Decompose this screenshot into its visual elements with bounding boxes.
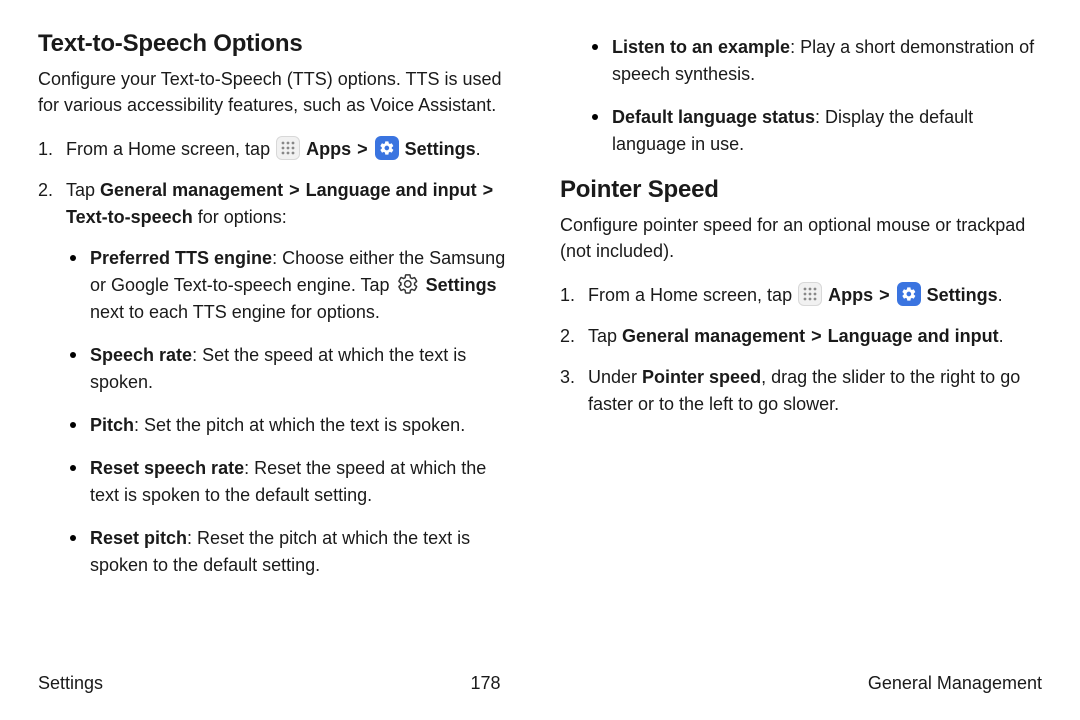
list-item: Preferred TTS engine: Choose either the … — [66, 245, 520, 326]
ps-step-2: Tap General management > Language and in… — [560, 323, 1042, 350]
right-column: Listen to an example: Play a short demon… — [560, 30, 1042, 595]
apps-label: Apps — [828, 285, 873, 305]
tts-steps: From a Home screen, tap Apps > Settings.… — [38, 136, 520, 579]
chevron-icon: > — [810, 326, 823, 346]
apps-icon — [798, 282, 822, 306]
content-columns: Text-to-Speech Options Configure your Te… — [38, 30, 1042, 595]
list-item: Pitch: Set the pitch at which the text i… — [66, 412, 520, 439]
pointer-speed-heading: Pointer Speed — [560, 176, 1042, 204]
tts-options-continued: Listen to an example: Play a short demon… — [588, 34, 1042, 158]
settings-gear-icon — [897, 282, 921, 306]
chevron-icon: > — [482, 180, 495, 200]
tts-heading: Text-to-Speech Options — [38, 30, 520, 58]
tts-step-1: From a Home screen, tap Apps > Settings. — [38, 136, 520, 163]
chevron-icon: > — [878, 285, 891, 305]
ps-step-1: From a Home screen, tap Apps > Settings. — [560, 282, 1042, 309]
left-column: Text-to-Speech Options Configure your Te… — [38, 30, 520, 595]
list-item: Reset pitch: Reset the pitch at which th… — [66, 525, 520, 579]
settings-outline-icon — [396, 272, 420, 296]
pointer-speed-intro: Configure pointer speed for an optional … — [560, 212, 1042, 264]
list-item: Speech rate: Set the speed at which the … — [66, 342, 520, 396]
footer-page-number: 178 — [470, 673, 500, 694]
footer-right: General Management — [868, 673, 1042, 694]
ps-step-3: Under Pointer speed, drag the slider to … — [560, 364, 1042, 418]
pointer-speed-steps: From a Home screen, tap Apps > Settings.… — [560, 282, 1042, 418]
list-item: Listen to an example: Play a short demon… — [588, 34, 1042, 88]
page-footer: Settings 178 General Management — [38, 673, 1042, 694]
chevron-icon: > — [288, 180, 301, 200]
list-item: Reset speech rate: Reset the speed at wh… — [66, 455, 520, 509]
tts-options-list: Preferred TTS engine: Choose either the … — [66, 245, 520, 579]
tts-intro: Configure your Text-to-Speech (TTS) opti… — [38, 66, 520, 118]
list-item: Default language status: Display the def… — [588, 104, 1042, 158]
settings-label: Settings — [927, 285, 998, 305]
footer-left: Settings — [38, 673, 103, 694]
chevron-icon: > — [356, 139, 369, 159]
apps-icon — [276, 136, 300, 160]
tts-step-2: Tap General management > Language and in… — [38, 177, 520, 579]
apps-label: Apps — [306, 139, 351, 159]
settings-gear-icon — [375, 136, 399, 160]
settings-label: Settings — [405, 139, 476, 159]
